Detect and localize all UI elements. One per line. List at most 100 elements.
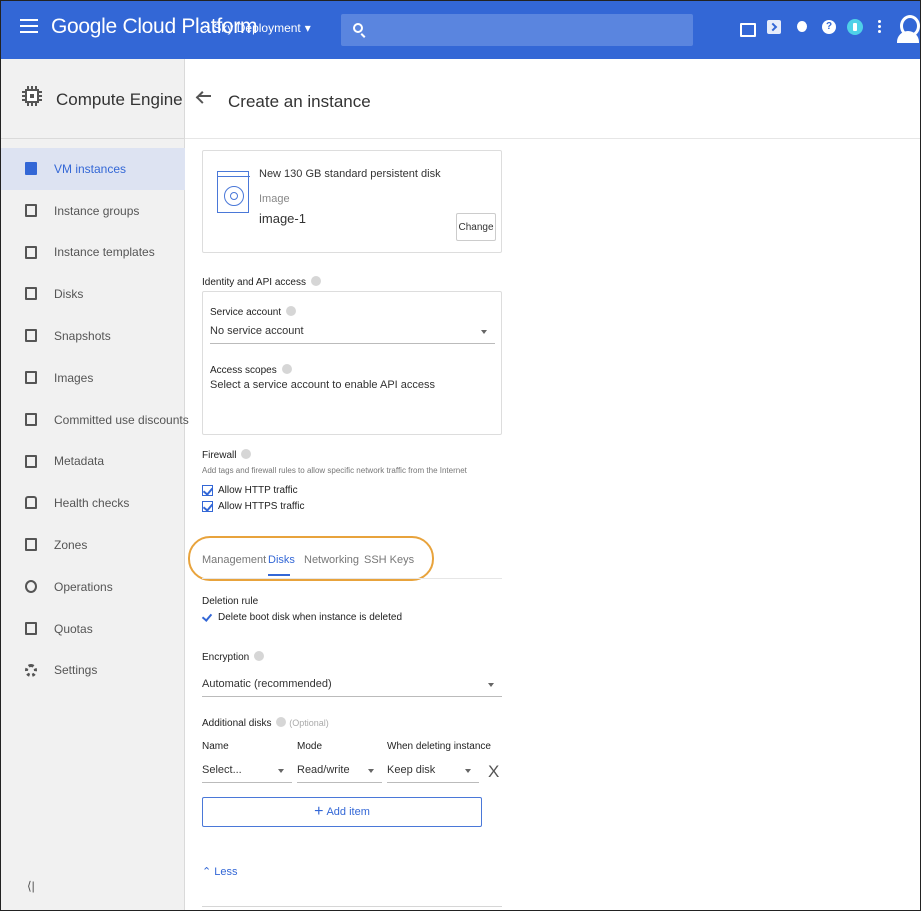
firewall-description: Add tags and firewall rules to allow spe… — [202, 466, 467, 475]
notifications-icon[interactable] — [847, 19, 863, 35]
sidebar-nav: VM instances Instance groups Instance te… — [1, 148, 189, 692]
app-window: Google Cloud Platform ⁘ Sky Deployment ▾ — [0, 0, 921, 911]
allow-https-checkbox[interactable]: Allow HTTPS traffic — [202, 501, 305, 512]
sidebar-item-operations[interactable]: Operations — [1, 566, 185, 608]
sidebar-item-images[interactable]: Images — [1, 357, 185, 399]
identity-card: Service account No service account Acces… — [202, 291, 502, 435]
cloud-shell-icon[interactable] — [767, 20, 781, 34]
back-arrow-icon[interactable] — [198, 95, 211, 97]
column-header-name: Name — [202, 741, 229, 752]
allow-https-label: Allow HTTPS traffic — [218, 501, 305, 512]
sidebar-item-zones[interactable]: Zones — [1, 524, 185, 566]
gear-icon — [25, 663, 37, 677]
checkbox-checked-icon — [202, 485, 213, 496]
sidebar-item-label: Disks — [54, 287, 84, 302]
project-selector[interactable]: ⁘ Sky Deployment ▾ — [201, 21, 311, 35]
sidebar-item-disks[interactable]: Disks — [1, 273, 185, 315]
change-boot-disk-button[interactable]: Change — [456, 213, 496, 241]
service-account-label: Service account — [210, 306, 297, 318]
sidebar-item-label: Health checks — [54, 496, 130, 511]
additional-disks-title-text: Additional disks — [202, 718, 272, 729]
delete-boot-disk-checkbox[interactable]: Delete boot disk when instance is delete… — [202, 612, 402, 623]
when-deleting-select[interactable]: Keep disk — [387, 761, 479, 783]
help-icon[interactable] — [286, 306, 297, 316]
create-instance-form: New 130 GB standard persistent disk Imag… — [186, 140, 920, 910]
tab-disks[interactable]: Disks — [268, 554, 295, 566]
boot-disk-name: New 130 GB standard persistent disk — [259, 168, 441, 180]
sidebar-item-metadata[interactable]: Metadata — [1, 441, 185, 483]
help-icon[interactable] — [254, 651, 265, 661]
sidebar-header: Compute Engine — [1, 59, 185, 139]
sidebar-item-label: Metadata — [54, 454, 105, 469]
search-icon — [353, 23, 363, 33]
search-input[interactable] — [341, 14, 693, 46]
help-icon[interactable] — [822, 20, 836, 34]
dropdown-arrow-icon — [278, 769, 284, 773]
sidebar-item-instance-groups[interactable]: Instance groups — [1, 190, 185, 232]
help-icon[interactable] — [241, 449, 252, 459]
service-account-value: No service account — [210, 325, 304, 337]
alert-icon[interactable] — [795, 20, 809, 34]
access-scopes-label: Access scopes — [210, 364, 292, 376]
menu-icon[interactable] — [20, 19, 38, 33]
sidebar-item-settings[interactable]: Settings — [1, 650, 185, 692]
tab-networking[interactable]: Networking — [304, 554, 359, 566]
service-account-select[interactable]: No service account — [210, 322, 495, 344]
sidebar-item-label: Quotas — [54, 621, 93, 636]
sidebar-item-label: Zones — [54, 538, 88, 553]
more-vert-icon[interactable] — [877, 20, 881, 34]
deletion-rule-title: Deletion rule — [202, 596, 259, 607]
sidebar-item-label: VM instances — [54, 161, 127, 176]
check-icon — [202, 612, 213, 623]
allow-http-label: Allow HTTP traffic — [218, 485, 298, 496]
help-icon[interactable] — [310, 276, 321, 286]
boot-disk-card: New 130 GB standard persistent disk Imag… — [202, 150, 502, 253]
column-header-mode: Mode — [297, 741, 323, 752]
snapshots-icon — [25, 329, 37, 343]
tab-ssh-keys[interactable]: SSH Keys — [364, 554, 414, 566]
gift-icon[interactable] — [739, 20, 756, 37]
account-icon[interactable] — [897, 13, 920, 47]
encryption-title-text: Encryption — [202, 652, 250, 663]
disk-mode-value: Read/write — [297, 764, 350, 776]
boot-disk-image-value: image-1 — [259, 211, 306, 226]
sidebar-item-label: Instance groups — [54, 203, 140, 218]
less-label: Less — [214, 866, 238, 878]
sidebar-item-label: Operations — [54, 579, 113, 594]
top-bar: Google Cloud Platform ⁘ Sky Deployment ▾ — [1, 1, 920, 59]
project-dots-icon: ⁘ — [201, 22, 210, 34]
identity-section-title: Identity and API access — [202, 276, 321, 288]
add-item-button[interactable]: + Add item — [202, 797, 482, 827]
firewall-title-text: Firewall — [202, 450, 237, 461]
sidebar-item-vm-instances[interactable]: VM instances — [1, 148, 185, 190]
disk-name-select[interactable]: Select... — [202, 761, 292, 783]
collapse-sidebar-icon[interactable]: ⟨| — [27, 879, 35, 893]
dropdown-arrow-icon — [368, 769, 374, 773]
sidebar-item-health-checks[interactable]: Health checks — [1, 482, 185, 524]
access-scopes-label-text: Access scopes — [210, 365, 277, 376]
instance-templates-icon — [25, 245, 37, 259]
encryption-select[interactable]: Automatic (recommended) — [202, 675, 502, 697]
help-icon[interactable] — [281, 364, 292, 374]
sidebar-item-label: Instance templates — [54, 245, 155, 260]
additional-disks-title: Additional disks (Optional) — [202, 717, 329, 729]
active-tab-indicator — [268, 574, 290, 576]
delete-boot-disk-label: Delete boot disk when instance is delete… — [218, 612, 403, 623]
encryption-value: Automatic (recommended) — [202, 678, 332, 690]
help-icon[interactable] — [276, 717, 287, 727]
page-title: Create an instance — [228, 92, 371, 111]
tab-management[interactable]: Management — [202, 554, 266, 566]
project-name: Sky Deployment — [213, 21, 301, 35]
dropdown-arrow-icon — [488, 683, 494, 687]
section-divider — [202, 906, 502, 907]
sidebar-item-instance-templates[interactable]: Instance templates — [1, 232, 185, 274]
allow-http-checkbox[interactable]: Allow HTTP traffic — [202, 485, 298, 496]
less-toggle-link[interactable]: ⌃ Less — [202, 865, 238, 878]
sidebar-item-committed-use-discounts[interactable]: Committed use discounts — [1, 399, 189, 441]
metadata-icon — [25, 454, 37, 468]
sidebar-item-snapshots[interactable]: Snapshots — [1, 315, 185, 357]
remove-disk-close-icon[interactable]: X — [488, 762, 499, 782]
sidebar-item-label: Settings — [54, 663, 98, 678]
sidebar-item-quotas[interactable]: Quotas — [1, 608, 185, 650]
disk-mode-select[interactable]: Read/write — [297, 761, 382, 783]
